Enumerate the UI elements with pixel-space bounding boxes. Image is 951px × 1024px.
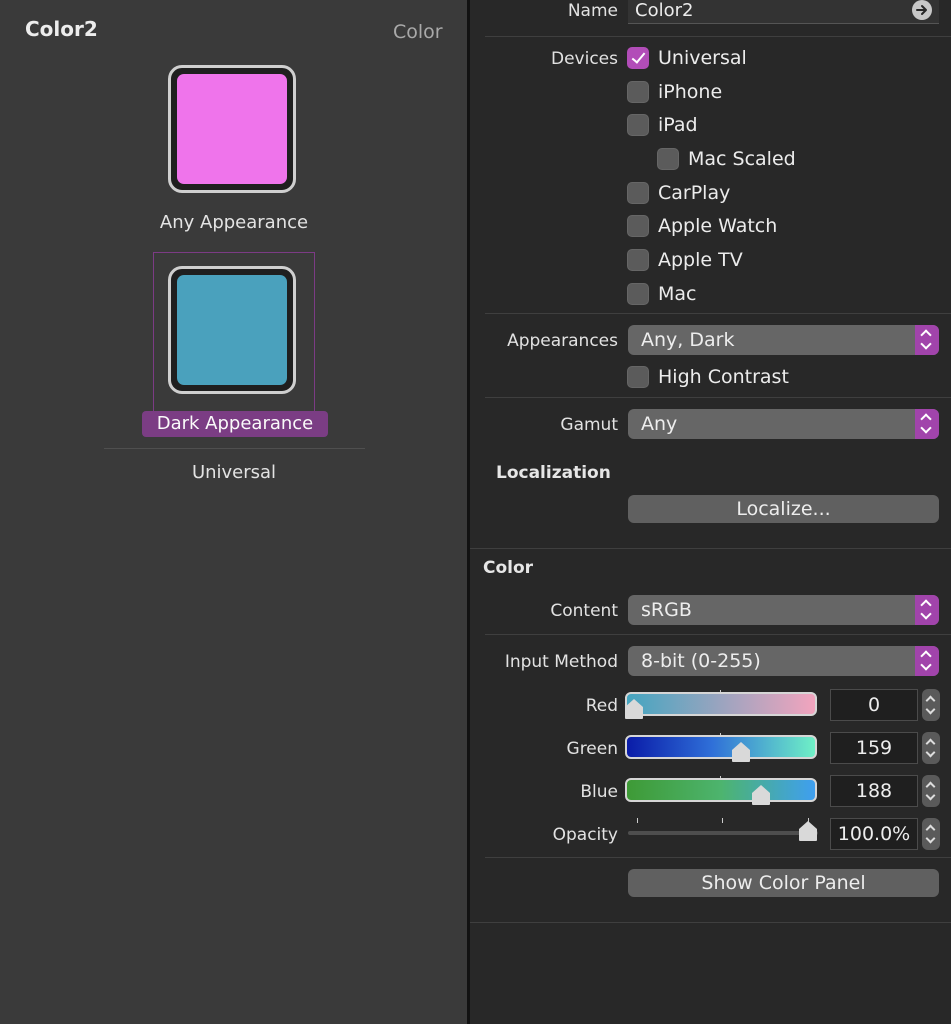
checkbox-icon xyxy=(627,283,649,305)
green-slider-thumb[interactable] xyxy=(731,741,751,763)
separator xyxy=(485,857,951,858)
dark-appearance-swatch xyxy=(177,275,287,385)
blue-stepper[interactable] xyxy=(922,775,940,807)
blue-slider-track[interactable] xyxy=(625,778,817,802)
checkbox-label: iPhone xyxy=(658,81,723,103)
section-separator xyxy=(470,922,951,923)
red-slider-thumb[interactable] xyxy=(624,698,644,720)
opacity-value-field[interactable]: 100.0% xyxy=(830,818,918,850)
checkbox-icon xyxy=(627,47,649,69)
checkbox-label: Apple TV xyxy=(658,249,743,271)
input-method-popup[interactable]: 8-bit (0-255) xyxy=(628,646,939,676)
green-value-field[interactable]: 159 xyxy=(830,732,918,764)
localize-button[interactable]: Localize... xyxy=(628,495,939,523)
any-appearance-swatch xyxy=(177,74,287,184)
input-method-label: Input Method xyxy=(504,652,618,672)
name-label: Name xyxy=(567,1,618,21)
blue-value-field[interactable]: 188 xyxy=(830,775,918,807)
red-stepper[interactable] xyxy=(922,689,940,721)
appearances-label: Appearances xyxy=(507,331,618,351)
checkbox-label: Universal xyxy=(658,47,747,69)
chevron-up-down-icon xyxy=(915,409,939,439)
high-contrast-checkbox[interactable]: High Contrast xyxy=(627,364,789,390)
dark-appearance-color-well[interactable] xyxy=(168,266,296,394)
device-checkbox-ipad[interactable]: iPad xyxy=(627,112,698,138)
separator xyxy=(485,313,951,314)
device-checkbox-carplay[interactable]: CarPlay xyxy=(627,180,730,206)
opacity-slider-track[interactable] xyxy=(628,831,818,835)
chevron-up-down-icon xyxy=(915,595,939,625)
checkbox-label: Apple Watch xyxy=(658,215,778,237)
checkbox-label: CarPlay xyxy=(658,182,731,204)
gamut-label: Gamut xyxy=(560,415,618,435)
gamut-popup[interactable]: Any xyxy=(628,409,939,439)
red-label: Red xyxy=(585,696,618,716)
input-method-value: 8-bit (0-255) xyxy=(641,650,761,672)
localization-section-title: Localization xyxy=(496,463,611,483)
device-checkbox-iphone[interactable]: iPhone xyxy=(627,79,722,105)
device-checkbox-mac-scaled[interactable]: Mac Scaled xyxy=(657,146,796,172)
checkbox-icon xyxy=(627,81,649,103)
green-stepper[interactable] xyxy=(922,732,940,764)
opacity-slider-thumb[interactable] xyxy=(798,820,818,842)
separator xyxy=(485,36,951,37)
checkbox-label: Mac Scaled xyxy=(688,148,796,170)
appearances-popup[interactable]: Any, Dark xyxy=(628,325,939,355)
chevron-up-down-icon xyxy=(915,646,939,676)
opacity-stepper[interactable] xyxy=(922,818,940,850)
blue-slider-thumb[interactable] xyxy=(751,784,771,806)
device-checkbox-apple-watch[interactable]: Apple Watch xyxy=(627,213,777,239)
checkbox-icon xyxy=(627,182,649,204)
separator xyxy=(485,397,951,398)
content-value: sRGB xyxy=(641,599,692,621)
device-group-label: Universal xyxy=(191,462,277,483)
slider-tick-mark xyxy=(637,818,638,823)
device-checkbox-universal[interactable]: Universal xyxy=(627,45,747,71)
checkbox-label: iPad xyxy=(658,114,698,136)
color-set-title: Color2 xyxy=(25,17,98,41)
checkbox-icon xyxy=(627,249,649,271)
checkbox-icon xyxy=(627,215,649,237)
any-appearance-color-well[interactable] xyxy=(168,65,296,193)
arrow-right-circle-icon[interactable] xyxy=(912,0,932,20)
checkbox-icon xyxy=(627,114,649,136)
red-slider-track[interactable] xyxy=(625,692,817,716)
section-separator xyxy=(470,548,951,549)
checkbox-label: Mac xyxy=(658,283,697,305)
red-value-field[interactable]: 0 xyxy=(830,689,918,721)
group-separator xyxy=(104,448,365,449)
name-field[interactable]: Color2 xyxy=(628,0,939,24)
device-checkbox-mac[interactable]: Mac xyxy=(627,281,696,307)
content-label: Content xyxy=(550,601,618,621)
dark-appearance-label: Dark Appearance xyxy=(142,411,328,437)
checkbox-icon xyxy=(657,148,679,170)
any-appearance-label: Any Appearance xyxy=(159,212,309,233)
content-popup[interactable]: sRGB xyxy=(628,595,939,625)
slider-tick-mark xyxy=(722,818,723,823)
green-label: Green xyxy=(566,739,618,759)
chevron-up-down-icon xyxy=(915,325,939,355)
appearances-value: Any, Dark xyxy=(641,329,735,351)
devices-label: Devices xyxy=(551,49,618,69)
blue-label: Blue xyxy=(580,782,618,802)
color-section-title: Color xyxy=(483,558,534,578)
device-checkbox-apple-tv[interactable]: Apple TV xyxy=(627,247,743,273)
opacity-label: Opacity xyxy=(552,825,618,845)
gamut-value: Any xyxy=(641,413,678,435)
checkbox-icon xyxy=(627,366,649,388)
show-color-panel-button[interactable]: Show Color Panel xyxy=(628,869,939,897)
separator xyxy=(485,634,951,635)
asset-type-label: Color xyxy=(393,21,443,43)
green-slider-track[interactable] xyxy=(625,735,817,759)
checkbox-label: High Contrast xyxy=(658,366,789,388)
